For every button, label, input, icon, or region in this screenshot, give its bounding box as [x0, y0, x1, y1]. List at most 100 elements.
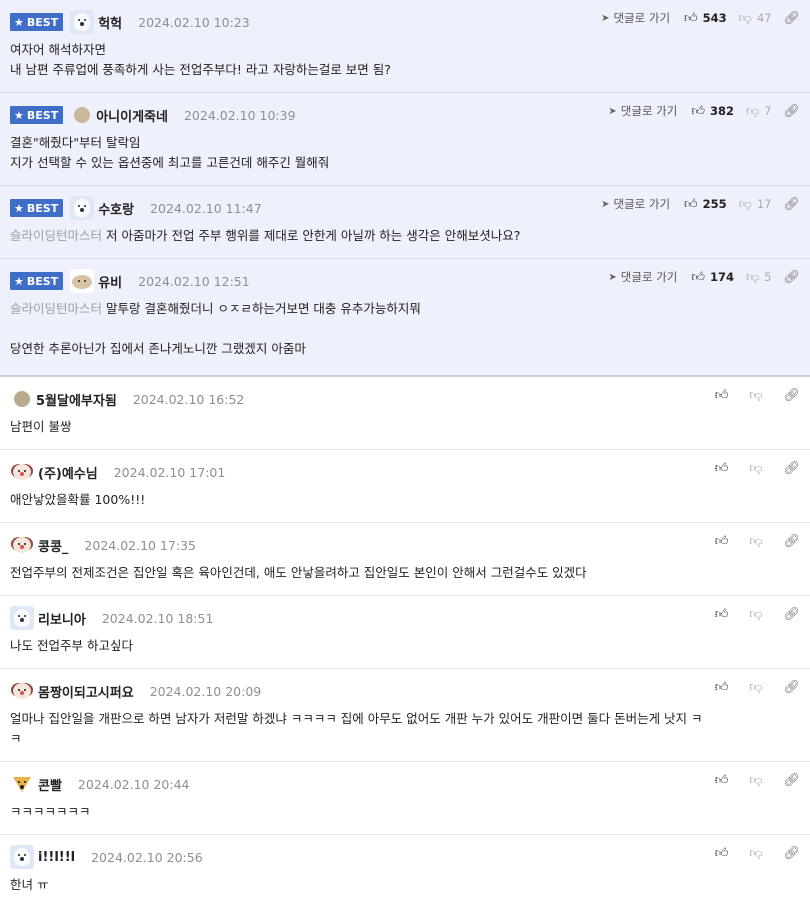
- comment-header: 몸짱이되고시퍼요 2024.02.10 20:09: [10, 679, 800, 703]
- dislike-button[interactable]: 👎︎: [749, 534, 767, 549]
- comment-header: 리보니아 2024.02.10 18:51: [10, 606, 800, 630]
- nickname[interactable]: 헉헉: [98, 13, 122, 32]
- nickname[interactable]: 리보니아: [38, 609, 86, 628]
- nickname[interactable]: 아니이게죽네: [96, 106, 168, 125]
- nickname[interactable]: 콘빨: [38, 775, 62, 794]
- avatar[interactable]: [70, 269, 95, 293]
- link-icon[interactable]: 🔗︎: [783, 11, 800, 26]
- like-button[interactable]: 👍︎: [715, 607, 734, 622]
- dislike-button[interactable]: 👎︎ 7: [746, 104, 772, 119]
- avatar[interactable]: [70, 10, 95, 34]
- like-button[interactable]: 👍︎: [715, 773, 734, 788]
- dislike-count: 5: [764, 270, 772, 284]
- best-badge: ★ BEST: [10, 106, 64, 124]
- avatar[interactable]: [70, 196, 95, 220]
- nickname[interactable]: 수호랑: [98, 199, 134, 218]
- comment-actions: 👍︎ 👎︎ 🔗︎: [715, 533, 800, 549]
- comment-actions: 👍︎ 👎︎ 🔗︎: [715, 387, 800, 403]
- comment-actions: ➤ 댓글로 가기 👍︎ 382 👎︎ 7 🔗︎: [608, 103, 800, 119]
- link-icon[interactable]: 🔗︎: [783, 846, 800, 861]
- comment-body: 슬라이딩턴마스터 말투랑 결혼해줬더니 ㅇㅈㄹ하는거보면 대충 유추가능하지뭐 당…: [10, 301, 421, 356]
- mention[interactable]: 슬라이딩턴마스터: [10, 228, 102, 243]
- dislike-button[interactable]: 👎︎ 17: [739, 197, 772, 212]
- nickname[interactable]: 몸짱이되고시퍼요: [38, 682, 134, 701]
- nickname[interactable]: i!!l!!l: [38, 850, 75, 865]
- link-icon[interactable]: 🔗︎: [783, 461, 800, 476]
- like-button[interactable]: 👍︎ 543: [684, 11, 727, 26]
- comment-actions: ➤ 댓글로 가기 👍︎ 543 👎︎ 47 🔗︎: [601, 10, 800, 26]
- dislike-button[interactable]: 👎︎: [749, 773, 767, 788]
- avatar[interactable]: [10, 460, 34, 484]
- dislike-button[interactable]: 👎︎ 5: [746, 270, 772, 285]
- dislike-button[interactable]: 👎︎ 47: [739, 11, 772, 26]
- link-icon[interactable]: 🔗︎: [783, 773, 800, 788]
- nickname[interactable]: (주)예수님: [38, 463, 98, 482]
- thumbs-down-icon: 👎︎: [749, 772, 763, 788]
- avatar[interactable]: [10, 845, 34, 869]
- like-button[interactable]: 👍︎ 255: [684, 197, 727, 212]
- dislike-button[interactable]: 👎︎: [749, 461, 767, 476]
- thumbs-down-icon: 👎︎: [738, 10, 752, 26]
- link-icon[interactable]: 🔗︎: [783, 388, 800, 403]
- best-badge: ★ BEST: [10, 199, 64, 217]
- dislike-button[interactable]: 👎︎: [749, 388, 767, 403]
- nickname[interactable]: 콩콩_: [38, 536, 68, 555]
- dislike-button[interactable]: 👎︎: [749, 846, 767, 861]
- comment-body: 남편이 불쌍: [10, 419, 72, 434]
- reply-link[interactable]: ➤ 댓글로 가기: [608, 269, 677, 285]
- reply-link[interactable]: ➤ 댓글로 가기: [601, 10, 670, 26]
- like-button[interactable]: 👍︎: [715, 534, 734, 549]
- dislike-button[interactable]: 👎︎: [749, 607, 767, 622]
- comment-body: 결혼"해줬다"부터 탈락임 지가 선택할 수 있는 옵션중에 최고를 고른건데 …: [10, 135, 330, 170]
- thumbs-up-icon: 👍︎: [714, 387, 729, 403]
- send-icon: ➤: [608, 271, 617, 283]
- comment-body: 전업주부의 전제조건은 집안일 혹은 육아인건데, 애도 안낳을려하고 집안일도…: [10, 565, 587, 580]
- comment-body: 슬라이딩턴마스터 저 아줌마가 전업 주부 행위를 제대로 안한게 아닐까 하는 …: [10, 228, 521, 243]
- link-icon[interactable]: 🔗︎: [783, 104, 800, 119]
- avatar[interactable]: [10, 679, 34, 703]
- reply-link[interactable]: ➤ 댓글로 가기: [608, 103, 677, 119]
- comment-item: ★ BEST 수호랑 2024.02.10 11:47 ➤ 댓글로 가기 👍︎ 255…: [0, 186, 810, 259]
- thumbs-down-icon: 👎︎: [745, 269, 760, 285]
- thumbs-up-icon: 👍︎: [691, 103, 705, 119]
- reply-link[interactable]: ➤ 댓글로 가기: [601, 196, 670, 212]
- like-count: 255: [702, 197, 727, 211]
- nickname[interactable]: 5월달에부자됨: [36, 390, 117, 409]
- timestamp: 2024.02.10 17:01: [113, 464, 226, 480]
- thumbs-down-icon: 👎︎: [749, 845, 763, 861]
- like-button[interactable]: 👍︎ 382: [691, 104, 734, 119]
- link-icon[interactable]: 🔗︎: [783, 607, 800, 622]
- like-button[interactable]: 👍︎: [715, 388, 734, 403]
- avatar[interactable]: [10, 533, 34, 557]
- timestamp: 2024.02.10 10:23: [138, 14, 250, 30]
- comment-header: i!!l!!l 2024.02.10 20:56: [10, 845, 800, 869]
- send-icon: ➤: [608, 105, 617, 117]
- thumbs-up-icon: 👍︎: [691, 269, 705, 285]
- nickname[interactable]: 유비: [98, 272, 122, 291]
- comment-item: ★ BEST 유비 2024.02.10 12:51 ➤ 댓글로 가기 👍︎ 174 …: [0, 259, 810, 377]
- like-button[interactable]: 👍︎: [715, 461, 734, 476]
- thumbs-down-icon: 👎︎: [745, 103, 760, 119]
- comment-item: (주)예수님 2024.02.10 17:01 👍︎ 👎︎ 🔗︎ 애안낳았을확률…: [0, 450, 810, 523]
- link-icon[interactable]: 🔗︎: [783, 534, 800, 549]
- comment-body: 나도 전업주부 하고싶다: [10, 638, 133, 653]
- thumbs-up-icon: 👍︎: [714, 606, 729, 622]
- avatar[interactable]: [10, 606, 34, 630]
- timestamp: 2024.02.10 11:47: [150, 200, 262, 216]
- comment-body: 여자어 해석하자면 내 남편 주류업에 풍족하게 사는 전업주부다! 라고 자랑…: [10, 42, 391, 77]
- timestamp: 2024.02.10 12:51: [138, 273, 250, 289]
- star-icon: ★: [14, 274, 24, 288]
- like-button[interactable]: 👍︎: [715, 680, 734, 695]
- avatar[interactable]: [10, 772, 34, 796]
- link-icon[interactable]: 🔗︎: [783, 680, 800, 695]
- dislike-count: 17: [756, 197, 772, 211]
- like-button[interactable]: 👍︎: [715, 846, 734, 861]
- comment-actions: 👍︎ 👎︎ 🔗︎: [715, 772, 800, 788]
- avatar[interactable]: [14, 391, 30, 407]
- dislike-button[interactable]: 👎︎: [749, 680, 767, 695]
- avatar[interactable]: [74, 107, 91, 123]
- link-icon[interactable]: 🔗︎: [783, 197, 800, 212]
- like-button[interactable]: 👍︎ 174: [691, 270, 734, 285]
- mention[interactable]: 슬라이딩턴마스터: [10, 301, 102, 316]
- link-icon[interactable]: 🔗︎: [783, 270, 800, 285]
